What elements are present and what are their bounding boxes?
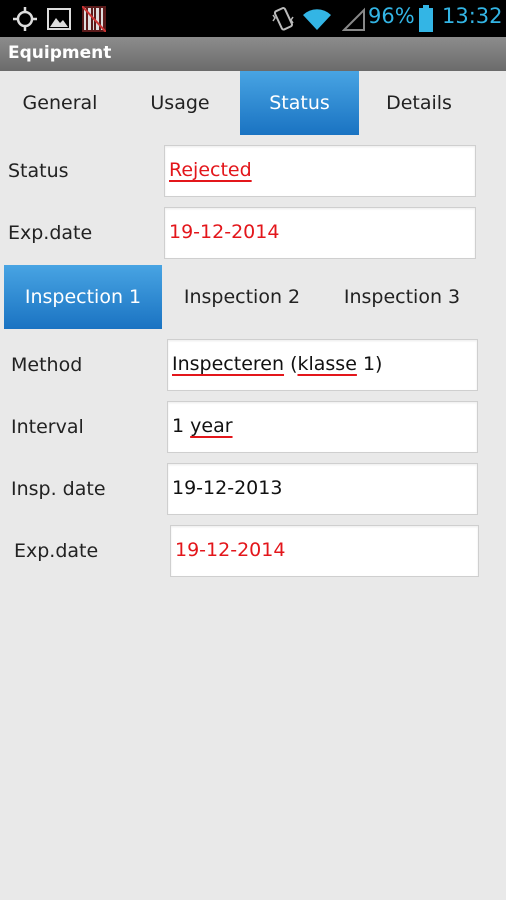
interval-unit: year <box>190 415 233 437</box>
signal-icon <box>341 6 366 36</box>
inspection-exp-date-value: 19-12-2014 <box>175 539 286 561</box>
status-value: Rejected <box>169 159 252 181</box>
insp-date-field[interactable]: 19-12-2013 <box>167 463 478 515</box>
inspection-exp-date-field[interactable]: 19-12-2014 <box>170 525 479 577</box>
interval-value: 1 year <box>172 415 233 437</box>
page-title: Equipment <box>8 43 112 63</box>
insp-date-value: 19-12-2013 <box>172 477 283 499</box>
tab-status[interactable]: Status <box>240 71 359 135</box>
inspection-tab-bar: Inspection 1 Inspection 2 Inspection 3 <box>0 265 506 329</box>
exp-date-label: Exp.date <box>8 222 93 244</box>
exp-date-value: 19-12-2014 <box>169 221 280 243</box>
tab-inspection-2[interactable]: Inspection 2 <box>162 265 322 329</box>
interval-field[interactable]: 1 year <box>167 401 478 453</box>
status-field[interactable]: Rejected <box>164 145 476 197</box>
tab-details[interactable]: Details <box>359 71 479 135</box>
wifi-icon <box>302 6 332 36</box>
barcode-icon <box>81 5 107 36</box>
vibrate-icon <box>270 6 296 36</box>
action-bar: Equipment <box>0 37 506 71</box>
method-value: Inspecteren (klasse 1) <box>172 353 382 375</box>
tab-general[interactable]: General <box>0 71 120 135</box>
insp-date-label: Insp. date <box>11 478 106 500</box>
gps-icon <box>12 6 38 36</box>
method-word-2: klasse <box>297 353 357 375</box>
interval-label: Interval <box>11 416 84 438</box>
battery-percent: 96% <box>368 4 415 28</box>
method-label: Method <box>11 354 83 376</box>
status-label: Status <box>8 160 69 182</box>
main-tab-bar: General Usage Status Details <box>0 71 506 135</box>
method-word-1: Inspecteren <box>172 353 285 375</box>
exp-date-field[interactable]: 19-12-2014 <box>164 207 476 259</box>
status-bar: 96% 13:32 <box>0 0 506 37</box>
tab-usage[interactable]: Usage <box>120 71 240 135</box>
tab-inspection-1[interactable]: Inspection 1 <box>4 265 162 329</box>
inspection-exp-date-label: Exp.date <box>14 540 99 562</box>
tab-inspection-3[interactable]: Inspection 3 <box>322 265 482 329</box>
method-suffix: 1) <box>356 353 383 375</box>
interval-number: 1 <box>172 415 191 437</box>
method-field[interactable]: Inspecteren (klasse 1) <box>167 339 478 391</box>
image-icon <box>46 6 72 36</box>
clock: 13:32 <box>442 4 503 28</box>
battery-icon <box>418 5 434 37</box>
